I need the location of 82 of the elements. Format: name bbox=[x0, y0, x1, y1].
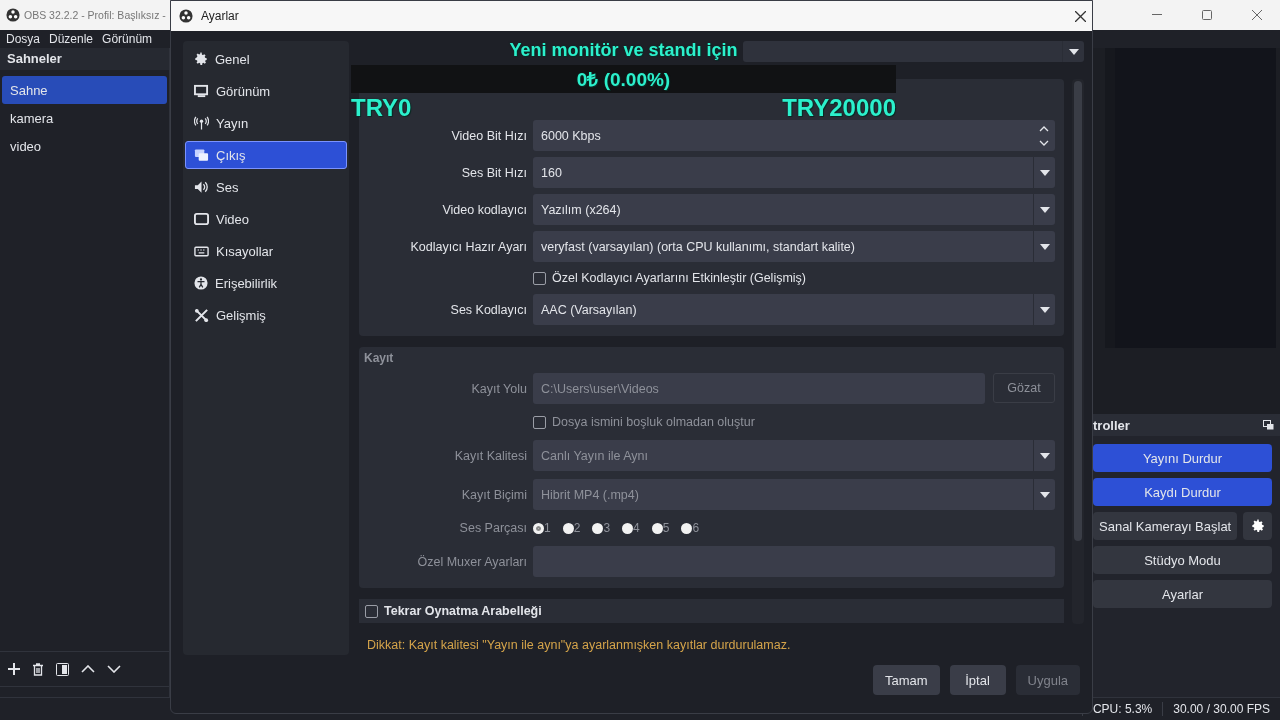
filter-icon[interactable] bbox=[56, 662, 69, 676]
gear-icon bbox=[1250, 519, 1265, 533]
fps-counter: 30.00 / 30.00 FPS bbox=[1162, 702, 1280, 716]
settings-button[interactable] bbox=[1243, 512, 1272, 540]
nav-item[interactable]: Çıkış bbox=[185, 141, 347, 169]
dropdown[interactable]: AAC (Varsayılan) bbox=[533, 294, 1055, 325]
checkbox-option[interactable]: Özel Kodlayıcı Ayarlarını Etkinleştir (Gelişmiş) bbox=[533, 271, 1055, 285]
dropdown[interactable]: 160 bbox=[533, 157, 1055, 188]
field-label: Ses Bit Hızı bbox=[460, 165, 527, 180]
field-label: Kayıt Biçimi bbox=[460, 487, 527, 502]
scene-item[interactable]: video bbox=[2, 132, 167, 160]
nav-item[interactable]: Erişebilirlik bbox=[185, 269, 347, 297]
checkbox[interactable] bbox=[533, 271, 546, 285]
field-label: Özel Muxer Ayarları bbox=[416, 554, 527, 569]
checkbox-label: Dosya ismini boşluk olmadan oluştur bbox=[552, 415, 755, 429]
add-icon[interactable] bbox=[8, 663, 20, 675]
goal-title: Yeni monitör ve standı için bbox=[509, 39, 738, 62]
nav-item[interactable]: Video bbox=[185, 205, 347, 233]
warning-text: Dikkat: Kayıt kalitesi "Yayın ile aynı"ya ayarlanmışken kayıtlar durdurulamaz. bbox=[366, 638, 792, 652]
menu-item[interactable]: Düzenle bbox=[49, 32, 94, 46]
goal-max: TRY20000 bbox=[782, 95, 896, 121]
nav-item[interactable]: Genel bbox=[185, 45, 347, 73]
screen-icon bbox=[194, 212, 209, 226]
keyboard-icon bbox=[194, 244, 209, 258]
menu-item[interactable]: Görünüm bbox=[102, 32, 153, 46]
nav-item[interactable]: Kısayollar bbox=[185, 237, 347, 265]
checkbox-label: Özel Kodlayıcı Ayarlarını Etkinleştir (Gelişmiş) bbox=[552, 271, 806, 285]
nav-item[interactable]: Yayın bbox=[185, 109, 347, 137]
control-button[interactable]: Stüdyo Modu bbox=[1093, 546, 1272, 574]
scrollbar[interactable] bbox=[1072, 79, 1084, 624]
group-title: Kayıt bbox=[363, 351, 395, 365]
maximize-icon bbox=[1202, 10, 1212, 20]
goal-min: TRY0 bbox=[351, 95, 412, 121]
output-icon bbox=[194, 148, 209, 162]
goal-amount: 0₺ (0.00%) bbox=[576, 68, 671, 92]
field-label: Video Bit Hızı bbox=[450, 128, 527, 143]
dropdown-arrow-icon bbox=[1039, 206, 1050, 213]
antenna-icon bbox=[194, 116, 209, 130]
field-label: Ses Kodlayıcı bbox=[449, 302, 527, 317]
field-label: Ses Parçası bbox=[458, 521, 527, 535]
gear-icon bbox=[194, 52, 208, 66]
close-icon bbox=[1252, 10, 1262, 20]
close-icon[interactable] bbox=[1075, 10, 1086, 22]
scene-item[interactable]: kamera bbox=[2, 104, 167, 132]
undock-icon[interactable] bbox=[1263, 420, 1274, 430]
field-label: Kayıt Yolu bbox=[470, 381, 527, 396]
scene-item[interactable]: Sahne bbox=[2, 76, 167, 104]
dropdown[interactable]: Yazılım (x264) bbox=[533, 194, 1055, 225]
dropdown-arrow-icon bbox=[1068, 48, 1079, 55]
dropdown[interactable]: veryfast (varsayılan) (orta CPU kullanımı, standart kalite) bbox=[533, 231, 1055, 262]
accessibility-icon bbox=[194, 276, 208, 290]
field-label: Kayıt Kalitesi bbox=[453, 448, 527, 463]
dialog-title: Ayarlar bbox=[201, 9, 240, 23]
dropdown-arrow-icon bbox=[1039, 169, 1050, 176]
nav-item[interactable]: Ses bbox=[185, 173, 347, 201]
dock-title: troller bbox=[1093, 417, 1130, 433]
dock-title: Sahneler bbox=[0, 48, 169, 70]
checkbox[interactable] bbox=[365, 604, 378, 618]
monitor-icon bbox=[194, 84, 209, 98]
app-logo-icon bbox=[6, 8, 20, 22]
dropdown-arrow-icon bbox=[1039, 306, 1050, 313]
dialog-button[interactable]: Tamam bbox=[872, 665, 940, 695]
app-logo-icon bbox=[179, 9, 193, 23]
nav-item[interactable]: Gelişmiş bbox=[185, 301, 347, 329]
dropdown-arrow-icon bbox=[1039, 243, 1050, 250]
trash-icon[interactable] bbox=[32, 662, 44, 676]
window-title: OBS 32.2.2 - Profil: Başlıksız - bbox=[24, 9, 166, 21]
dropdown-arrow-icon bbox=[1039, 452, 1050, 459]
spin-field[interactable]: 6000 Kbps bbox=[533, 120, 1055, 151]
nav-item[interactable]: Görünüm bbox=[185, 77, 347, 105]
dropdown-arrow-icon bbox=[1039, 491, 1050, 498]
control-button[interactable]: Ayarlar bbox=[1093, 580, 1272, 608]
menu-item[interactable]: Dosya bbox=[6, 32, 40, 46]
control-button[interactable]: Yayını Durdur bbox=[1093, 444, 1272, 472]
field-label: Kodlayıcı Hazır Ayarı bbox=[409, 239, 527, 254]
tools-icon bbox=[194, 307, 209, 323]
dialog-button[interactable]: İptal bbox=[949, 665, 1006, 695]
control-button[interactable]: Sanal Kamerayı Başlat bbox=[1093, 512, 1238, 540]
speaker-icon bbox=[194, 180, 209, 194]
minimize-icon bbox=[1152, 14, 1162, 16]
control-button[interactable]: Kaydı Durdur bbox=[1093, 478, 1272, 506]
field-label: Video kodlayıcı bbox=[441, 202, 527, 217]
